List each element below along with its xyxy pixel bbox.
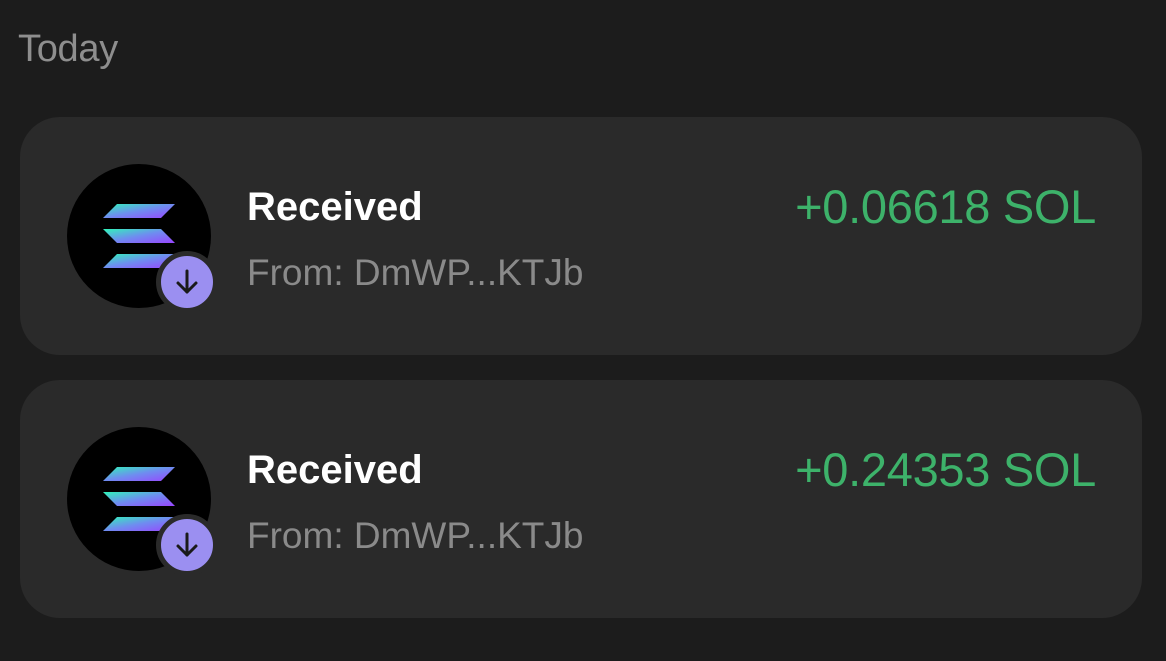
transaction-from: From: DmWP...KTJb (247, 515, 584, 556)
arrow-down-icon (156, 251, 218, 313)
transaction-item[interactable]: Received From: DmWP...KTJb +0.24353 SOL (20, 380, 1142, 618)
transaction-amount: +0.24353 SOL (795, 443, 1096, 496)
transaction-title: Received (247, 185, 423, 229)
section-header-today: Today (18, 28, 118, 70)
transaction-from: From: DmWP...KTJb (247, 252, 584, 293)
arrow-down-icon (156, 514, 218, 576)
transaction-title: Received (247, 448, 423, 492)
transaction-item[interactable]: Received From: DmWP...KTJb +0.06618 SOL (20, 117, 1142, 355)
transaction-amount: +0.06618 SOL (795, 180, 1096, 233)
